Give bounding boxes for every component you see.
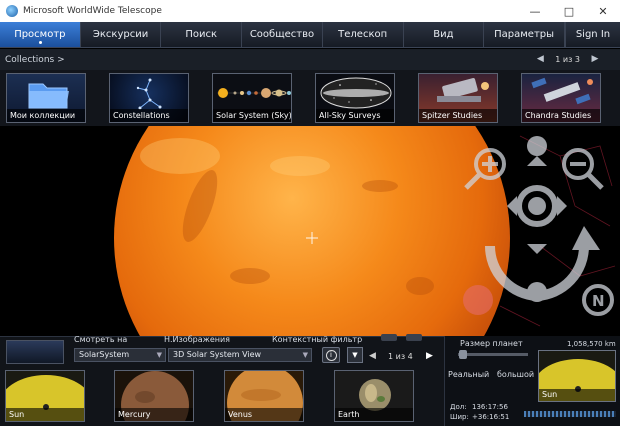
svg-text:N: N xyxy=(592,292,605,310)
constellation-icon xyxy=(136,78,162,110)
satellite-icon xyxy=(531,77,593,105)
sign-in-button[interactable]: Sign In xyxy=(564,22,620,47)
large-size-label: большой xyxy=(497,370,535,379)
sky-view[interactable]: N xyxy=(0,126,620,336)
collections-pager: ◀ 1 из 3 ▶ xyxy=(533,52,602,66)
sun-preview[interactable]: Sun xyxy=(538,350,616,402)
folder-icon xyxy=(28,83,69,109)
close-button[interactable]: ✕ xyxy=(586,0,620,22)
collection-label: All-Sky Surveys xyxy=(316,109,394,122)
planet-mercury[interactable]: Mercury xyxy=(114,370,194,422)
look-at-dropdown[interactable]: SolarSystem ▼ xyxy=(74,348,166,362)
slider-handle[interactable] xyxy=(459,350,467,359)
collections-nav: Collections > ◀ 1 из 3 ▶ xyxy=(0,49,620,70)
info-button[interactable]: i xyxy=(322,347,340,363)
menu-view[interactable]: Просмотр xyxy=(0,22,81,47)
window-titlebar: Microsoft WorldWide Telescope — □ ✕ xyxy=(0,0,620,22)
collections-strip: Мои коллекции Constellations Solar Syste… xyxy=(0,70,620,126)
chevron-down-icon: ▼ xyxy=(302,351,308,359)
menu-telescope[interactable]: Телескоп xyxy=(323,22,404,47)
collection-label: Spitzer Studies xyxy=(419,109,497,122)
imagery-value: 3D Solar System View xyxy=(173,350,262,359)
menu-viewmode[interactable]: Вид xyxy=(404,22,485,47)
navigation-controls: N xyxy=(463,136,614,316)
rotate-left-icon xyxy=(463,285,493,315)
planet-sun[interactable]: Sun xyxy=(5,370,85,422)
imagery-label: Н.Изображения xyxy=(164,335,230,344)
collapse-down-button[interactable] xyxy=(406,334,422,341)
chevron-down-icon: ▼ xyxy=(156,351,162,359)
breadcrumb[interactable]: Collections > xyxy=(5,55,65,65)
planet-label: Earth xyxy=(335,408,413,421)
planet-venus[interactable]: Venus xyxy=(224,370,304,422)
view-preview[interactable] xyxy=(6,340,64,364)
distance-readout: 1,058,570 km xyxy=(567,340,616,348)
menu-community[interactable]: Сообщество xyxy=(242,22,323,47)
filter-dropdown-button[interactable]: ▼ xyxy=(347,347,363,363)
menu-settings[interactable]: Параметры xyxy=(484,22,565,47)
longitude-label: Дол: xyxy=(450,403,467,411)
collection-constellations[interactable]: Constellations xyxy=(109,73,189,123)
collapse-up-button[interactable] xyxy=(381,334,397,341)
latitude-label: Шир: xyxy=(450,413,469,421)
page-indicator: 1 из 3 xyxy=(555,54,580,64)
menu-search[interactable]: Поиск xyxy=(161,22,243,47)
info-icon: i xyxy=(325,349,337,361)
next-page-icon[interactable]: ▶ xyxy=(588,52,602,66)
main-menu: Просмотр Экскурсии Поиск Сообщество Теле… xyxy=(0,22,620,48)
collection-label: Мои коллекции xyxy=(7,109,85,122)
collection-label: Chandra Studies xyxy=(522,109,600,122)
look-at-label: Смотреть на xyxy=(74,335,128,344)
planets-icon xyxy=(217,88,291,98)
imagery-dropdown[interactable]: 3D Solar System View ▼ xyxy=(168,348,312,362)
menu-tours[interactable]: Экскурсии xyxy=(81,22,162,47)
chevron-down-icon: ▼ xyxy=(352,351,358,359)
planet-label: Mercury xyxy=(115,408,193,421)
collection-all-sky[interactable]: All-Sky Surveys xyxy=(315,73,395,123)
sun-preview-label: Sun xyxy=(539,389,615,401)
app-icon xyxy=(6,5,18,17)
collection-solar-system[interactable]: Solar System (Sky) xyxy=(212,73,292,123)
collection-chandra[interactable]: Chandra Studies xyxy=(521,73,601,123)
collection-label: Constellations xyxy=(110,109,188,122)
planet-size-slider[interactable] xyxy=(458,353,528,356)
planet-earth[interactable]: Earth xyxy=(334,370,414,422)
maximize-button[interactable]: □ xyxy=(552,0,586,22)
planet-label: Sun xyxy=(6,408,84,421)
bottom-page-indicator: 1 из 4 xyxy=(388,352,413,361)
telescope-icon xyxy=(437,78,489,102)
window-title: Microsoft WorldWide Telescope xyxy=(23,6,162,16)
planet-size-label: Размер планет xyxy=(460,339,523,348)
collection-spitzer[interactable]: Spitzer Studies xyxy=(418,73,498,123)
prev-page-icon[interactable]: ◀ xyxy=(369,351,376,361)
longitude-value: 136:17:56 xyxy=(472,403,508,411)
sky-survey-icon xyxy=(320,77,392,109)
real-size-label: Реальный xyxy=(448,370,490,379)
next-page-icon[interactable]: ▶ xyxy=(426,351,433,361)
time-scrubber[interactable] xyxy=(524,411,616,417)
look-at-value: SolarSystem xyxy=(79,350,130,359)
planet-label: Venus xyxy=(225,408,303,421)
collection-my-collections[interactable]: Мои коллекции xyxy=(6,73,86,123)
minimize-button[interactable]: — xyxy=(518,0,552,22)
prev-page-icon[interactable]: ◀ xyxy=(533,52,547,66)
context-filter-label: Контекстный фильтр xyxy=(272,335,363,344)
collection-label: Solar System (Sky) xyxy=(213,109,291,122)
latitude-value: +36:16:51 xyxy=(472,413,510,421)
